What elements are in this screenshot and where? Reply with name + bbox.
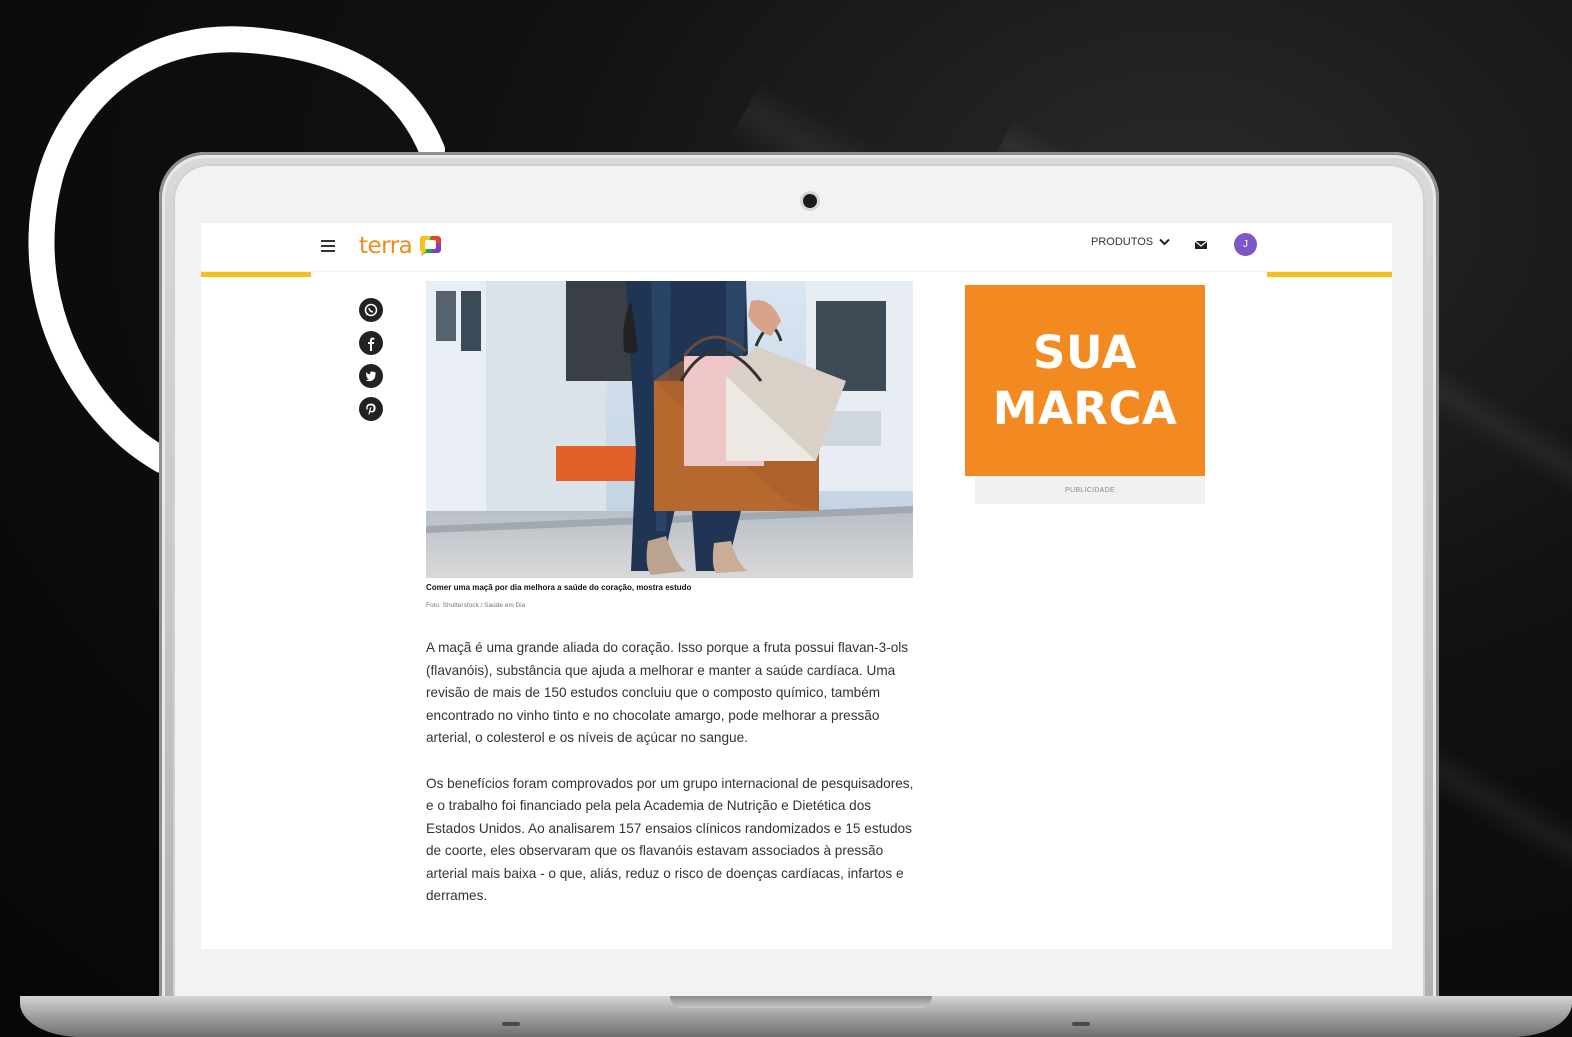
share-bar <box>359 298 383 421</box>
products-menu[interactable]: PRODUTOS <box>1091 236 1170 248</box>
ad-label-box: PUBLICIDADE <box>975 476 1205 504</box>
laptop-base <box>20 996 1572 1037</box>
logo-mark-icon <box>420 236 442 256</box>
header-accent-line <box>1267 272 1392 277</box>
logo-wordmark: terra <box>359 233 413 259</box>
facebook-icon[interactable] <box>359 331 383 355</box>
article-paragraph: A maçã é uma grande aliada do coração. I… <box>426 640 909 745</box>
article-paragraph: Os benefícios foram comprovados por um g… <box>426 775 914 904</box>
ad-headline: SUA <box>1033 325 1137 379</box>
header-accent-line <box>201 272 311 277</box>
site-header: terra PRODUTOS J <box>201 223 1392 272</box>
article-photo <box>426 281 913 578</box>
site-logo[interactable]: terra <box>359 230 443 262</box>
whatsapp-icon[interactable] <box>359 298 383 322</box>
shopping-bags-photo <box>426 281 913 578</box>
products-menu-label: PRODUTOS <box>1091 236 1154 248</box>
article-body: A maçã é uma grande aliada do coração. I… <box>426 637 916 931</box>
twitter-icon[interactable] <box>359 364 383 388</box>
webcam <box>803 194 817 208</box>
pinterest-icon[interactable] <box>359 397 383 421</box>
laptop-foot <box>1072 1022 1090 1026</box>
ad-headline: MARCA <box>992 381 1178 435</box>
laptop-hinge-notch <box>670 996 932 1008</box>
image-caption: Comer uma maçã por dia melhora a saúde d… <box>426 583 692 592</box>
hamburger-icon[interactable] <box>321 240 335 252</box>
image-credit: Foto: Shutterstock / Saúde em Dia <box>426 602 526 609</box>
chevron-down-icon <box>1159 238 1170 246</box>
laptop-foot <box>502 1022 520 1026</box>
ad-label: PUBLICIDADE <box>1065 486 1115 494</box>
ad-banner[interactable]: SUA MARCA <box>965 285 1205 476</box>
user-avatar[interactable]: J <box>1234 233 1257 256</box>
envelope-icon[interactable] <box>1194 239 1208 251</box>
promo-stage: terra PRODUTOS J Comer uma maçã por dia … <box>0 0 1572 1037</box>
browser-screen: terra PRODUTOS J Comer uma maçã por dia … <box>201 223 1392 949</box>
